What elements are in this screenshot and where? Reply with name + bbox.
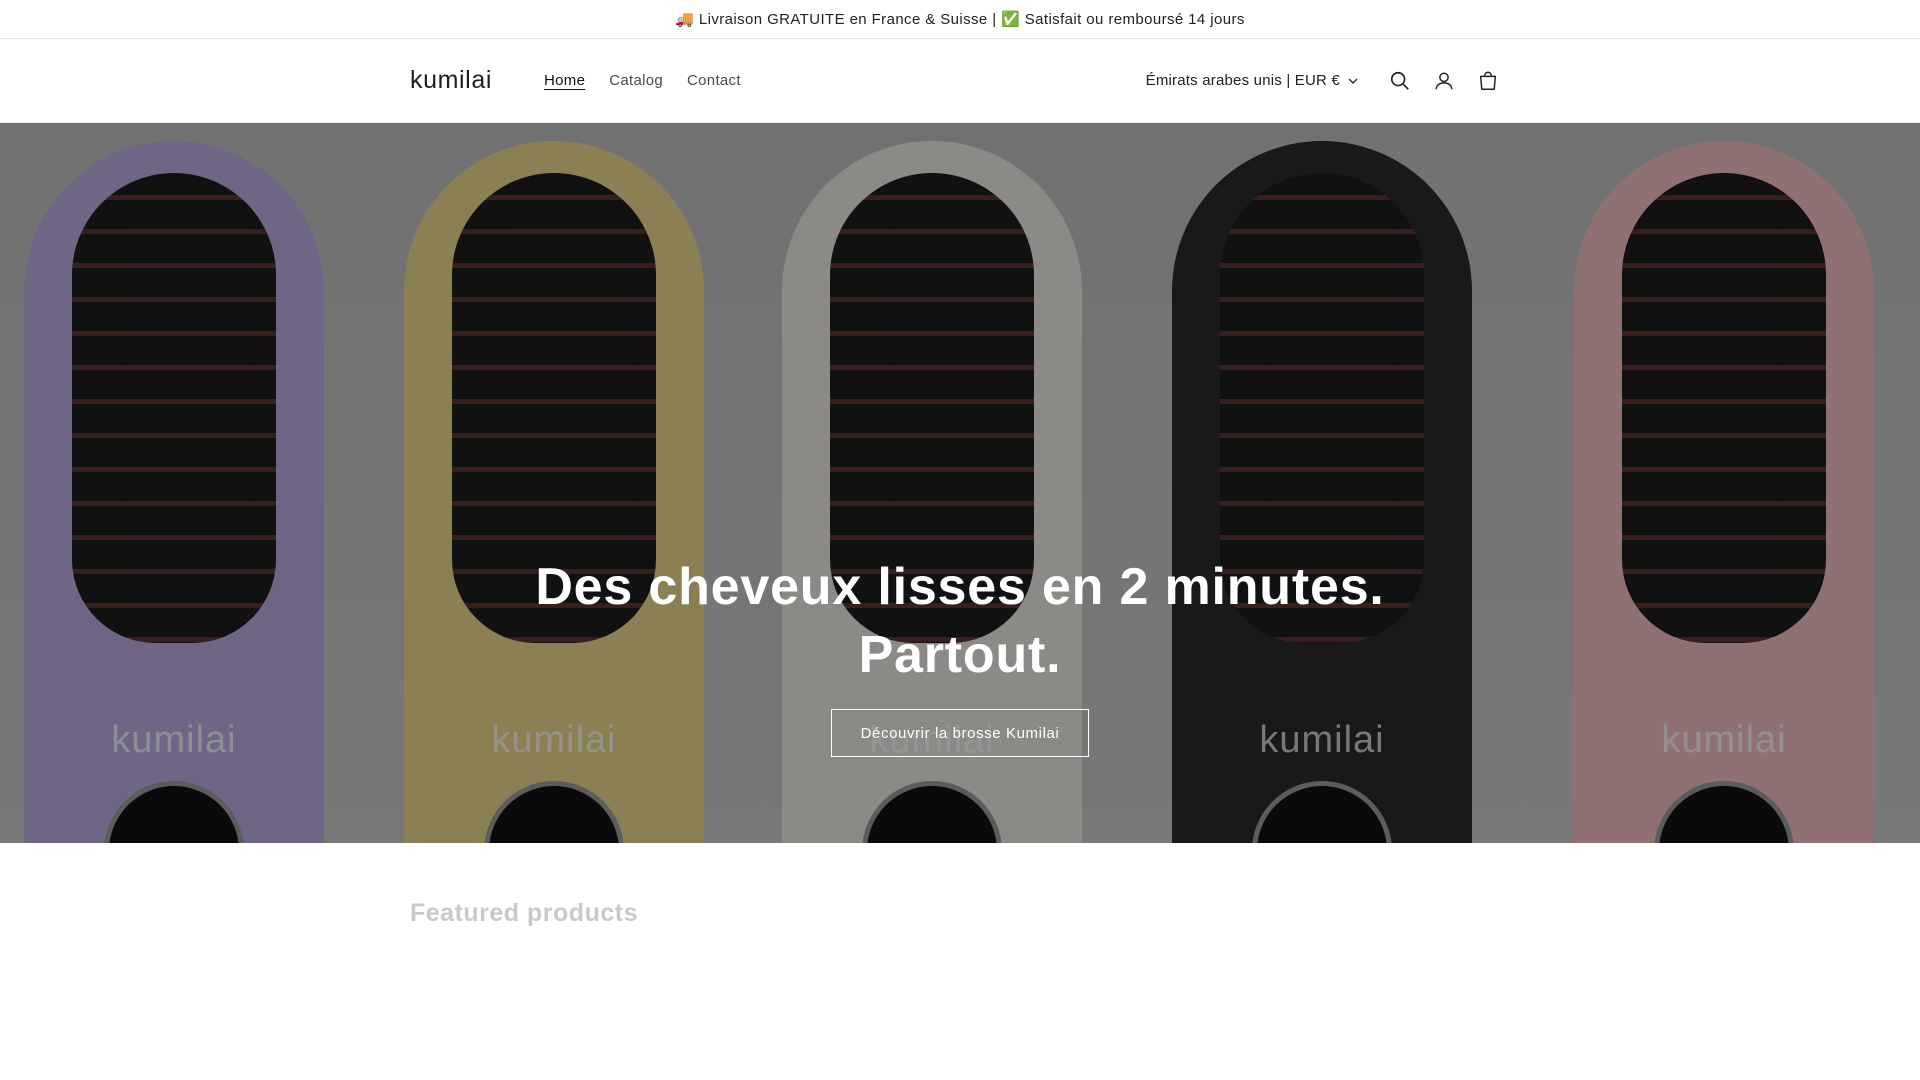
chevron-down-icon — [1348, 78, 1358, 84]
announcement-text: 🚚 Livraison GRATUITE en France & Suisse … — [675, 11, 1245, 28]
account-button[interactable] — [1422, 59, 1466, 103]
nav-link-catalog[interactable]: Catalog — [597, 66, 675, 95]
account-icon — [1435, 71, 1453, 89]
hero-banner: kumilai kumilai kumilai kumilai kumilai … — [0, 123, 1920, 843]
discover-brush-button[interactable]: Découvrir la brosse Kumilai — [830, 709, 1090, 757]
featured-products-section: Featured products — [0, 843, 1920, 1080]
country-currency-selector[interactable]: Émirats arabes unis | EUR € — [1146, 72, 1358, 89]
featured-products-heading: Featured products — [410, 899, 638, 927]
nav-link-contact[interactable]: Contact — [675, 66, 753, 95]
search-icon — [1390, 71, 1409, 90]
main-nav: Home Catalog Contact — [532, 66, 753, 95]
nav-link-home[interactable]: Home — [532, 66, 597, 95]
hero-title: Des cheveux lisses en 2 minutes. Partout… — [535, 558, 1385, 684]
search-button[interactable] — [1378, 59, 1422, 103]
country-currency-label: Émirats arabes unis | EUR € — [1145, 72, 1340, 89]
announcement-bar: 🚚 Livraison GRATUITE en France & Suisse … — [0, 0, 1920, 39]
site-header: kumilai Home Catalog Contact Émirats ara… — [0, 39, 1920, 123]
store-logo[interactable]: kumilai — [410, 66, 492, 95]
cart-button[interactable] — [1466, 59, 1510, 103]
cart-icon — [1479, 71, 1497, 90]
